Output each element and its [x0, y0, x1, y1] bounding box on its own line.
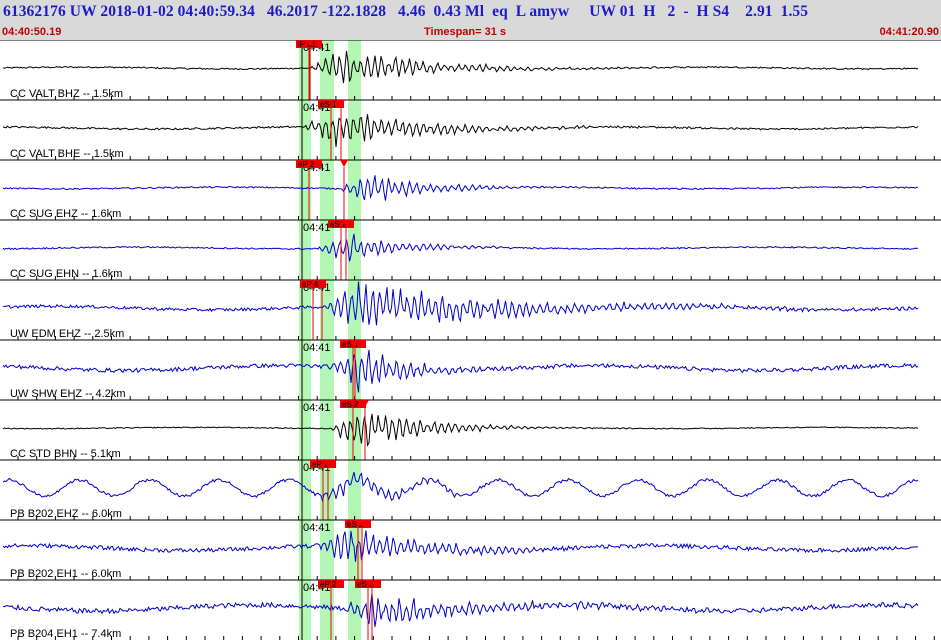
waveform-trace [2, 175, 919, 201]
station-label: CC VALT BHZ -- 1.5km [10, 88, 123, 100]
trace-row[interactable]: 04:41eP 2PB B202 EHZ -- 6.0km [0, 459, 941, 520]
pick-label: eP 2 [298, 160, 315, 169]
waveform-trace [2, 413, 919, 447]
waveform-trace [2, 51, 919, 84]
station-label: PB B202 EHZ -- 6.0km [10, 508, 122, 520]
waveform-trace [2, 530, 919, 562]
end-time: 04:41:20.90 [879, 26, 939, 38]
trace-row[interactable]: 04:41 eS 2CC SUG EHN -- 1.6km [0, 219, 941, 280]
pick-label: eP 4 [302, 280, 319, 289]
waveform-trace [2, 114, 919, 148]
station-label: UW SHW EHZ -- 4.2km [10, 388, 126, 400]
trace-row[interactable]: 04:41eP 2 eS 2PB B204 EH1 -- 7.4km [0, 579, 941, 640]
minute-label: 04:41 [303, 402, 331, 414]
minute-label: 04:41 [303, 222, 331, 234]
trace-row[interactable]: 04:41 eS 2 CC STD BHN -- 5.1km [0, 399, 941, 460]
trace-row[interactable]: 04:41eP 2CC SUG EHZ -- 1.6km [0, 159, 941, 220]
trace-row[interactable]: 04:41 eS 2PB B202 EH1 -- 6.0km [0, 519, 941, 580]
waveform-trace [2, 281, 919, 326]
minute-label: 04:41 [303, 342, 331, 354]
trace-row[interactable]: 04:41eS 1CC VALT BHE -- 1.5km [0, 99, 941, 160]
minute-label: 04:41 [303, 522, 331, 534]
pick-triangle[interactable] [340, 160, 348, 167]
station-label: CC VALT BHE -- 1.5km [10, 148, 124, 160]
timespan-label: Timespan= 31 s [424, 26, 507, 38]
pick-label: eS 1 [320, 100, 337, 109]
trace-row[interactable]: 04:41iP d1CC VALT BHZ -- 1.5km [0, 40, 941, 100]
plot-header: 61362176 UW 2018-01-02 04:40:59.34 46.20… [0, 0, 941, 40]
station-label: CC SUG EHN -- 1.6km [10, 268, 122, 280]
station-label: CC SUG EHZ -- 1.6km [10, 208, 121, 220]
waveform-trace [2, 233, 919, 262]
station-label: PB B202 EH1 -- 6.0km [10, 568, 121, 580]
seismogram-panel[interactable]: 04:41iP d1CC VALT BHZ -- 1.5km 04:41 eS 1 C… [0, 40, 941, 640]
waveform-trace [2, 593, 919, 627]
pick-label: eS 2 [342, 400, 359, 409]
waveform-trace [2, 349, 919, 393]
pick-label: eP 2 [320, 580, 337, 589]
station-label: UW EDM EHZ -- 2.5km [10, 328, 124, 340]
start-time: 04:40:50.19 [2, 26, 62, 38]
event-title: 61362176 UW 2018-01-02 04:40:59.34 46.20… [3, 3, 809, 20]
station-label: PB B204 EH1 -- 7.4km [10, 628, 121, 640]
trace-row[interactable]: 04:41 eS 1UW SHW EHZ -- 4.2km [0, 339, 941, 400]
trace-row[interactable]: 04:41eP 4UW EDM EHZ -- 2.5km [0, 279, 941, 340]
station-label: CC STD BHN -- 5.1km [10, 448, 121, 460]
waveform-trace [2, 471, 919, 503]
